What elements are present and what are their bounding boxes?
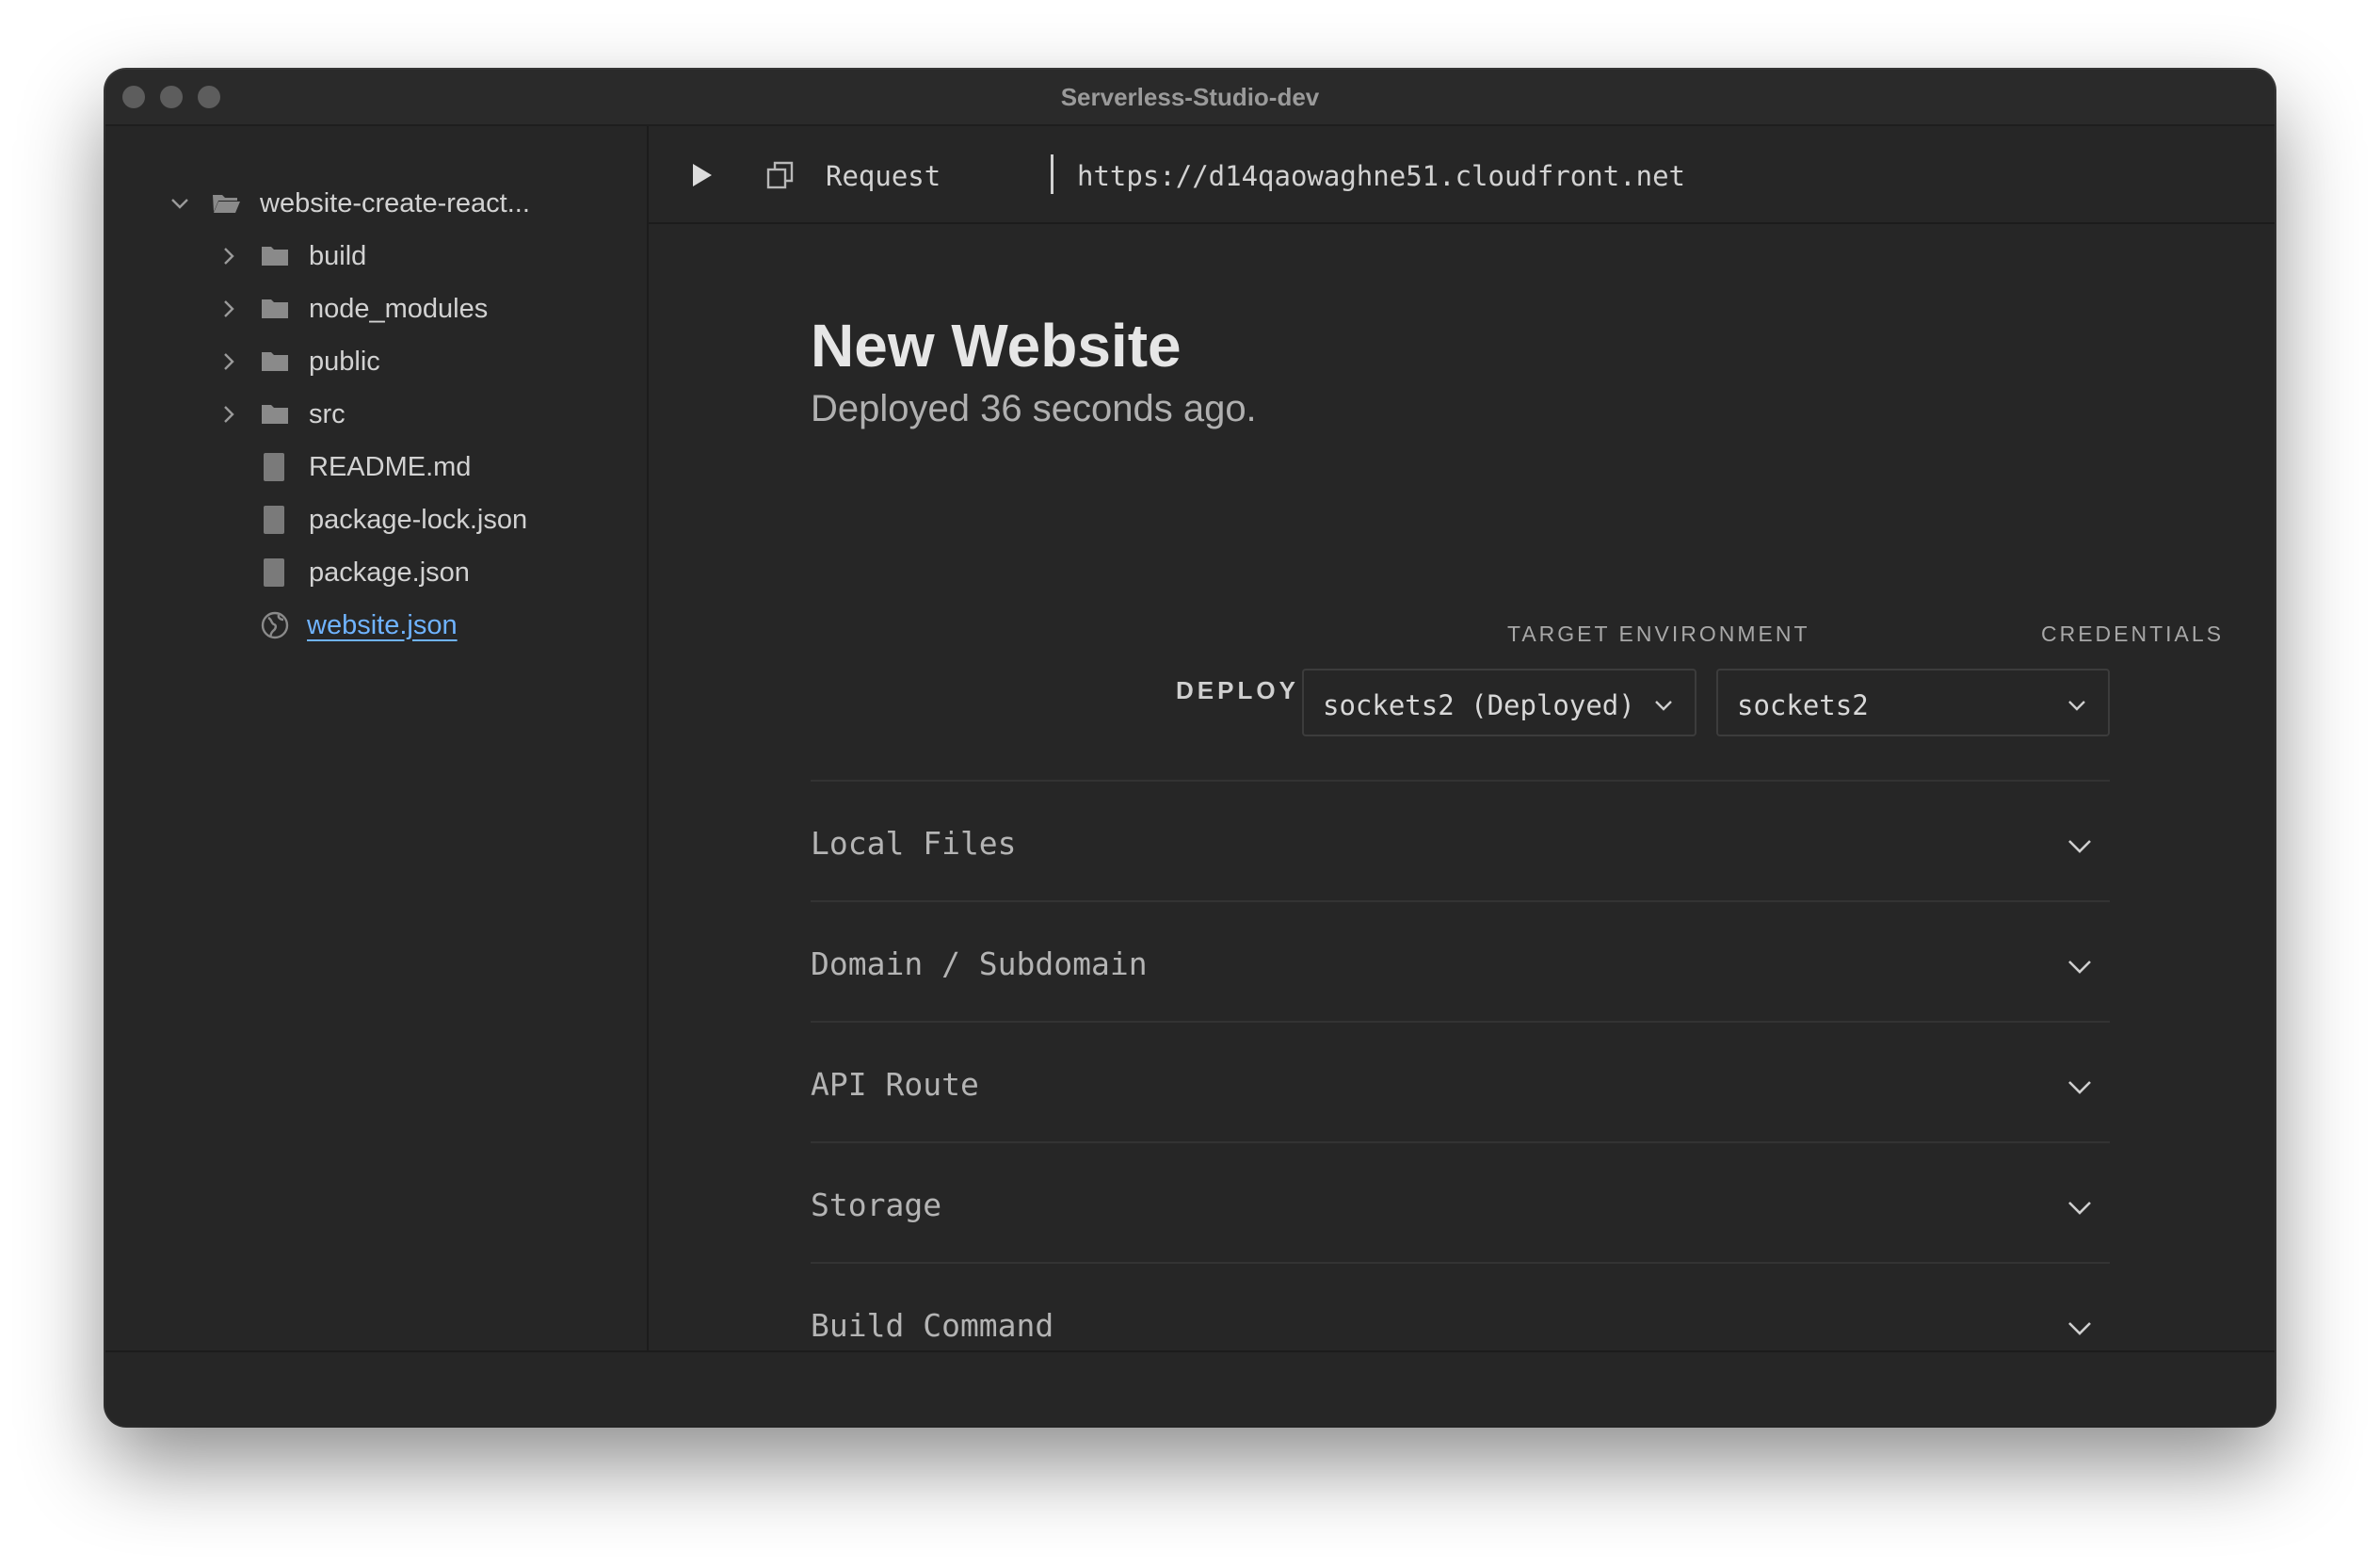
folder-icon: [262, 299, 288, 318]
tree-item-label: build: [309, 240, 367, 271]
tree-item-label: src: [309, 398, 346, 429]
request-label: Request: [826, 160, 941, 192]
tree-item-website-json[interactable]: website.json: [260, 606, 458, 644]
section-label: Domain / Subdomain: [811, 945, 1148, 982]
chevron-right-icon[interactable]: [217, 402, 241, 427]
toolbar-divider: [1051, 154, 1053, 194]
section-label: API Route: [811, 1066, 979, 1103]
chevron-right-icon[interactable]: [217, 297, 241, 321]
tree-item-build[interactable]: build: [217, 237, 366, 275]
title-bar: Serverless-Studio-dev: [105, 70, 2275, 126]
target-environment-value: sockets2 (Deployed): [1323, 689, 1635, 721]
tree-item-label: package.json: [309, 557, 470, 588]
target-environment-select[interactable]: sockets2 (Deployed): [1302, 669, 1697, 736]
tree-item-label-selected: website.json: [307, 609, 458, 640]
section-label: Local Files: [811, 825, 1017, 862]
tree-root-label: website-create-react...: [260, 187, 530, 218]
credentials-label: CREDENTIALS: [2041, 622, 2225, 646]
main-panel: Request https://d14qaowaghne51.cloudfron…: [649, 126, 2275, 1352]
section-domain-subdomain[interactable]: Domain / Subdomain: [811, 900, 2110, 1023]
chevron-down-icon[interactable]: [168, 191, 192, 216]
request-toolbar: Request https://d14qaowaghne51.cloudfron…: [649, 126, 2275, 224]
tree-item-label: package-lock.json: [309, 504, 528, 535]
chevron-down-icon[interactable]: [2066, 1315, 2093, 1341]
tree-item-node-modules[interactable]: node_modules: [217, 290, 488, 328]
page-title: New Website: [811, 312, 1182, 380]
chevron-down-icon: [1655, 701, 1672, 711]
folder-icon: [262, 405, 288, 424]
folder-icon: [262, 247, 288, 266]
window-title: Serverless-Studio-dev: [1060, 83, 1320, 111]
credentials-select[interactable]: sockets2: [1716, 669, 2110, 736]
target-environment-label: TARGET ENVIRONMENT: [1507, 622, 1810, 646]
section-local-files[interactable]: Local Files: [811, 780, 2110, 902]
copy-icon[interactable]: [765, 160, 796, 190]
file-tree-sidebar: website-create-react... build node_modul…: [105, 126, 649, 1352]
credentials-value: sockets2: [1737, 689, 1869, 721]
globe-icon: [261, 611, 289, 639]
folder-open-icon: [213, 195, 240, 213]
folder-icon: [262, 352, 288, 371]
section-label: Storage: [811, 1187, 942, 1223]
file-icon: [264, 506, 284, 534]
tree-root-folder[interactable]: website-create-react...: [168, 185, 530, 222]
tree-item-package-lock[interactable]: package-lock.json: [260, 501, 527, 539]
file-icon: [264, 453, 284, 481]
deploy-status: Deployed 36 seconds ago.: [811, 388, 1257, 429]
tree-item-package-json[interactable]: package.json: [260, 554, 470, 591]
tree-item-label: public: [309, 346, 380, 377]
tree-item-label: README.md: [309, 451, 472, 482]
play-icon[interactable]: [690, 162, 715, 188]
chevron-down-icon[interactable]: [2066, 832, 2093, 859]
tree-item-src[interactable]: src: [217, 396, 346, 433]
chevron-down-icon[interactable]: [2066, 1074, 2093, 1100]
status-bar: [105, 1350, 2275, 1426]
tree-item-readme[interactable]: README.md: [260, 448, 471, 486]
deploy-label: DEPLOY: [1176, 676, 1299, 704]
chevron-right-icon[interactable]: [217, 349, 241, 374]
app-window: Serverless-Studio-dev website-create-rea…: [105, 70, 2275, 1426]
tree-item-label: node_modules: [309, 293, 489, 324]
chevron-right-icon[interactable]: [217, 244, 241, 268]
section-label: Build Command: [811, 1307, 1054, 1344]
chevron-down-icon[interactable]: [2066, 953, 2093, 979]
section-storage[interactable]: Storage: [811, 1141, 2110, 1264]
tree-item-public[interactable]: public: [217, 343, 380, 380]
request-url[interactable]: https://d14qaowaghne51.cloudfront.net: [1077, 160, 1685, 192]
chevron-down-icon: [2068, 701, 2085, 711]
chevron-down-icon[interactable]: [2066, 1194, 2093, 1220]
section-api-route[interactable]: API Route: [811, 1021, 2110, 1143]
file-icon: [264, 558, 284, 587]
